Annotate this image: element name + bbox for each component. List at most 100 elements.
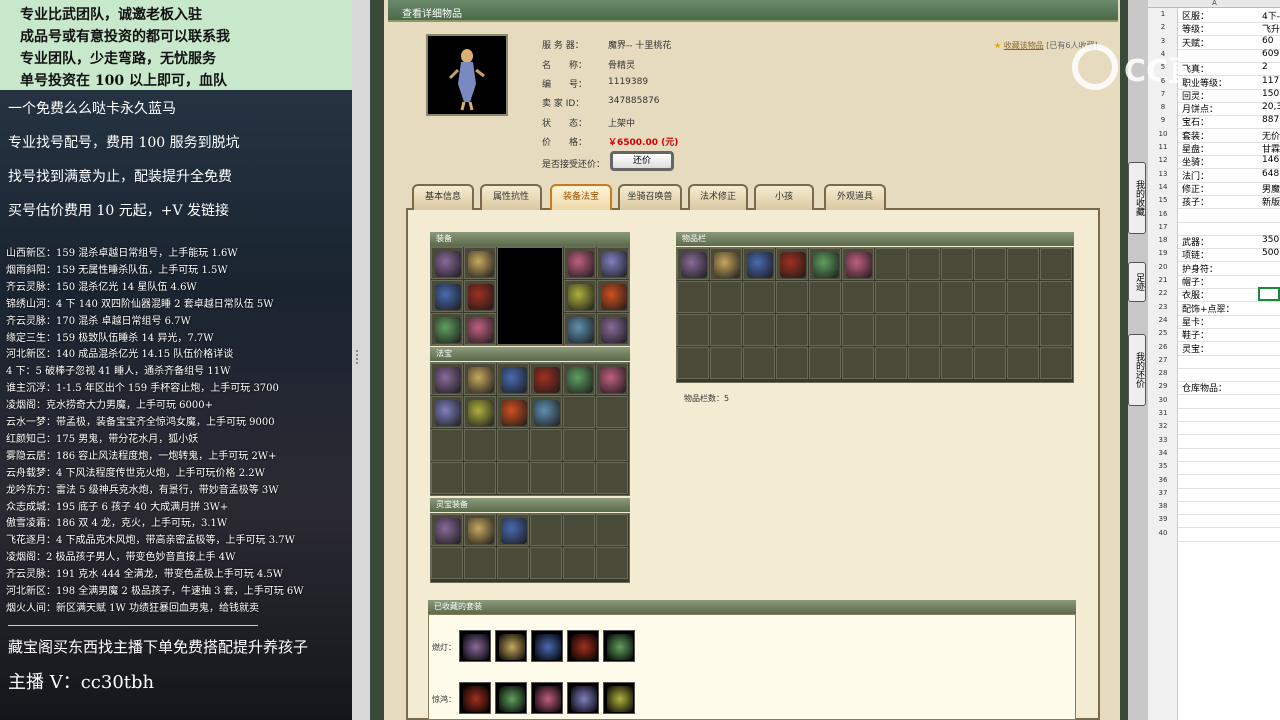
sheet-cell-value[interactable]: 146 [1262,155,1279,165]
equip-slot[interactable] [431,247,463,279]
tab-1[interactable]: 属性抗性 [480,184,542,210]
bag-slot[interactable] [743,248,775,280]
spirit-slot[interactable] [497,514,529,546]
set-item-icon[interactable] [531,682,563,714]
sheet-cell-label[interactable]: 法门： [1182,169,1209,182]
treasure-slot[interactable] [497,462,529,494]
selected-cell[interactable] [1258,287,1280,301]
tab-2[interactable]: 装备法宝 [550,184,612,210]
tab-6[interactable]: 外观道具 [824,184,886,210]
sheet-cell-value[interactable]: 2 [1262,62,1268,72]
spirit-slot[interactable] [563,547,595,579]
sheet-cell-label[interactable]: 灵宝： [1182,342,1209,355]
sheet-cell-label[interactable]: 职业等级： [1182,76,1227,89]
bag-slot[interactable] [1040,281,1072,313]
sheet-cell-value[interactable]: 648 [1262,169,1279,179]
bag-slot[interactable] [875,347,907,379]
sheet-cell-value[interactable]: 4下- [1262,9,1280,22]
bag-slot[interactable] [941,347,973,379]
set-item-icon[interactable] [495,682,527,714]
equip-slot[interactable] [597,313,629,345]
treasure-slot[interactable] [497,396,529,428]
spirit-slot[interactable] [563,514,595,546]
spirit-slot[interactable] [596,514,628,546]
bag-slot[interactable] [908,314,940,346]
drag-handle-icon[interactable] [356,350,364,364]
sheet-cell-value[interactable]: 新版 [1262,195,1280,208]
sheet-cell-label[interactable]: 天赋： [1182,36,1209,49]
treasure-slot[interactable] [431,396,463,428]
side-tab-0[interactable]: 我的收藏 [1128,162,1146,234]
side-tab-1[interactable]: 足迹 [1128,262,1146,302]
treasure-slot[interactable] [530,396,562,428]
bag-slot[interactable] [1007,248,1039,280]
sheet-cell-label[interactable]: 鞋子： [1182,328,1209,341]
bag-slot[interactable] [908,248,940,280]
sheet-cell-value[interactable]: 887 [1262,115,1279,125]
bag-slot[interactable] [776,248,808,280]
sheet-cell-label[interactable]: 等级： [1182,22,1209,35]
treasure-slot[interactable] [497,429,529,461]
bag-slot[interactable] [743,281,775,313]
sheet-cell-label[interactable]: 护身符： [1182,262,1218,275]
set-item-icon[interactable] [567,630,599,662]
treasure-slot[interactable] [563,462,595,494]
sheet-cell-label[interactable]: 宝石： [1182,115,1209,128]
sheet-cell-label[interactable]: 帽子： [1182,275,1209,288]
set-item-icon[interactable] [603,630,635,662]
bag-slot[interactable] [1007,281,1039,313]
sheet-cell-label[interactable]: 配饰+点翠： [1182,302,1235,315]
sheet-cell-label[interactable]: 区服： [1182,9,1209,22]
sheet-cell-value[interactable]: 117 [1262,76,1279,86]
bag-slot[interactable] [776,281,808,313]
bag-slot[interactable] [677,248,709,280]
bag-slot[interactable] [842,314,874,346]
bargain-button[interactable]: 还价 [610,151,674,171]
treasure-slot[interactable] [530,429,562,461]
bag-slot[interactable] [809,248,841,280]
sheet-cell-value[interactable]: 609 [1262,49,1279,59]
sheet-cell-value[interactable]: 60 [1262,36,1273,46]
sheet-cell-value[interactable]: 150 [1262,89,1279,99]
tab-5[interactable]: 小孩 [754,184,814,210]
treasure-slot[interactable] [530,363,562,395]
bag-slot[interactable] [677,281,709,313]
treasure-slot[interactable] [596,462,628,494]
equip-slot[interactable] [564,247,596,279]
sheet-cell-value[interactable]: 20,3 [1262,102,1280,112]
bag-slot[interactable] [743,347,775,379]
bag-slot[interactable] [710,347,742,379]
bag-slot[interactable] [974,248,1006,280]
bag-slot[interactable] [677,347,709,379]
bag-slot[interactable] [842,248,874,280]
spirit-slot[interactable] [497,547,529,579]
spirit-slot[interactable] [596,547,628,579]
equip-slot[interactable] [431,280,463,312]
bag-slot[interactable] [941,248,973,280]
sheet-cell-label[interactable]: 项链： [1182,248,1209,261]
bag-slot[interactable] [1007,347,1039,379]
bag-slot[interactable] [710,281,742,313]
sheet-cell-label[interactable]: 套装： [1182,129,1209,142]
sheet-cell-value[interactable]: 飞升 [1262,22,1280,35]
tab-4[interactable]: 法术修正 [688,184,748,210]
equip-slot[interactable] [597,280,629,312]
bag-slot[interactable] [941,281,973,313]
sheet-cell-value[interactable]: 甘霖 [1262,142,1280,155]
equip-slot[interactable] [564,313,596,345]
treasure-slot[interactable] [530,462,562,494]
bag-slot[interactable] [842,281,874,313]
treasure-slot[interactable] [563,363,595,395]
equip-slot[interactable] [597,247,629,279]
equip-slot[interactable] [464,280,496,312]
bag-slot[interactable] [941,314,973,346]
bag-slot[interactable] [776,314,808,346]
bag-slot[interactable] [809,347,841,379]
bag-slot[interactable] [908,281,940,313]
equip-slot[interactable] [464,313,496,345]
equip-slot[interactable] [431,313,463,345]
sheet-cell-label[interactable]: 衣服： [1182,288,1209,301]
spirit-slot[interactable] [431,514,463,546]
treasure-slot[interactable] [464,462,496,494]
sheet-cell-value[interactable]: 无价 [1262,129,1280,142]
